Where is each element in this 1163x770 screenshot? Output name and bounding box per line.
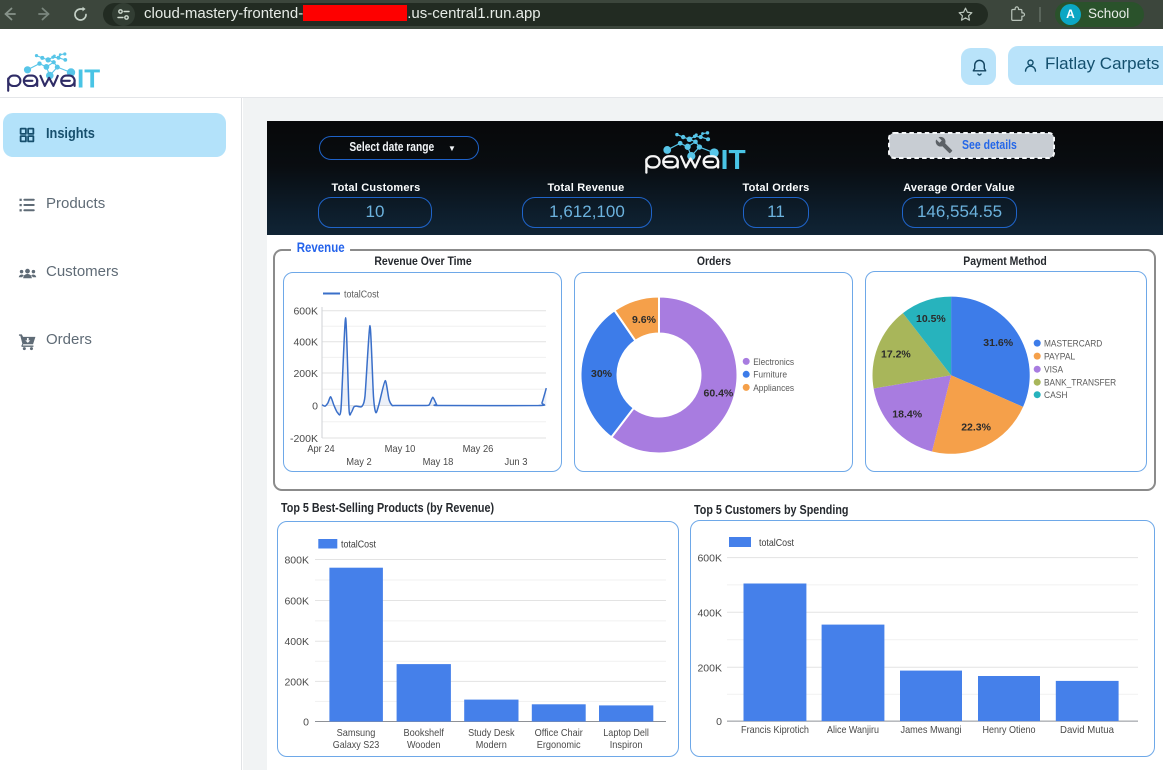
svg-text:22.3%: 22.3% <box>961 422 991 434</box>
svg-text:David Mutua: David Mutua <box>1060 724 1114 736</box>
svg-text:Office Chair: Office Chair <box>535 727 584 739</box>
svg-text:400K: 400K <box>697 607 722 619</box>
svg-text:9.6%: 9.6% <box>632 314 657 326</box>
svg-text:totalCost: totalCost <box>341 539 376 551</box>
svg-text:31.6%: 31.6% <box>983 337 1013 349</box>
svg-text:Galaxy S23: Galaxy S23 <box>333 739 380 751</box>
svg-text:Samsung: Samsung <box>337 727 376 739</box>
svg-text:0: 0 <box>303 717 309 729</box>
svg-text:Study Desk: Study Desk <box>468 727 515 739</box>
svg-text:BANK_TRANSFER: BANK_TRANSFER <box>1044 378 1116 389</box>
svg-text:600K: 600K <box>284 596 309 608</box>
svg-text:400K: 400K <box>293 337 318 349</box>
svg-text:0: 0 <box>716 716 722 728</box>
svg-text:Ergonomic: Ergonomic <box>537 739 581 751</box>
svg-text:James Mwangi: James Mwangi <box>901 724 962 736</box>
svg-text:May 26: May 26 <box>463 443 494 455</box>
svg-text:800K: 800K <box>284 555 309 567</box>
svg-text:Inspiron: Inspiron <box>610 739 643 751</box>
svg-text:totalCost: totalCost <box>344 289 379 301</box>
svg-text:May 2: May 2 <box>346 456 372 468</box>
svg-text:600K: 600K <box>697 553 722 565</box>
svg-text:May 18: May 18 <box>423 456 454 468</box>
svg-text:Laptop Dell: Laptop Dell <box>603 727 649 739</box>
svg-text:10.5%: 10.5% <box>916 313 946 325</box>
svg-text:18.4%: 18.4% <box>892 409 922 421</box>
svg-text:May 10: May 10 <box>385 443 416 455</box>
svg-text:200K: 200K <box>293 368 318 380</box>
svg-text:30%: 30% <box>591 368 613 380</box>
svg-text:Furniture: Furniture <box>753 370 787 381</box>
svg-text:Wooden: Wooden <box>407 739 441 751</box>
svg-text:Modern: Modern <box>476 739 507 751</box>
svg-text:200K: 200K <box>697 662 722 674</box>
svg-text:17.2%: 17.2% <box>881 349 911 361</box>
svg-text:totalCost: totalCost <box>759 537 794 549</box>
svg-text:Appliances: Appliances <box>753 383 794 394</box>
svg-text:IT: IT <box>721 144 746 174</box>
svg-text:Alice Wanjiru: Alice Wanjiru <box>827 724 879 736</box>
svg-text:PAYPAL: PAYPAL <box>1044 352 1075 363</box>
svg-text:CASH: CASH <box>1044 390 1068 401</box>
svg-text:400K: 400K <box>284 636 309 648</box>
svg-text:Jun 3: Jun 3 <box>505 456 528 468</box>
svg-text:60.4%: 60.4% <box>704 388 734 400</box>
svg-text:600K: 600K <box>293 306 318 318</box>
svg-text:Henry Otieno: Henry Otieno <box>983 724 1036 736</box>
svg-text:MASTERCARD: MASTERCARD <box>1044 339 1102 350</box>
svg-text:Francis Kiprotich: Francis Kiprotich <box>741 724 809 736</box>
svg-text:200K: 200K <box>284 676 309 688</box>
svg-text:0: 0 <box>312 400 318 412</box>
svg-text:Bookshelf: Bookshelf <box>404 727 444 739</box>
svg-text:VISA: VISA <box>1044 365 1064 376</box>
svg-text:IT: IT <box>77 64 100 94</box>
svg-text:Apr 24: Apr 24 <box>307 443 334 455</box>
svg-text:Electronics: Electronics <box>753 357 794 368</box>
